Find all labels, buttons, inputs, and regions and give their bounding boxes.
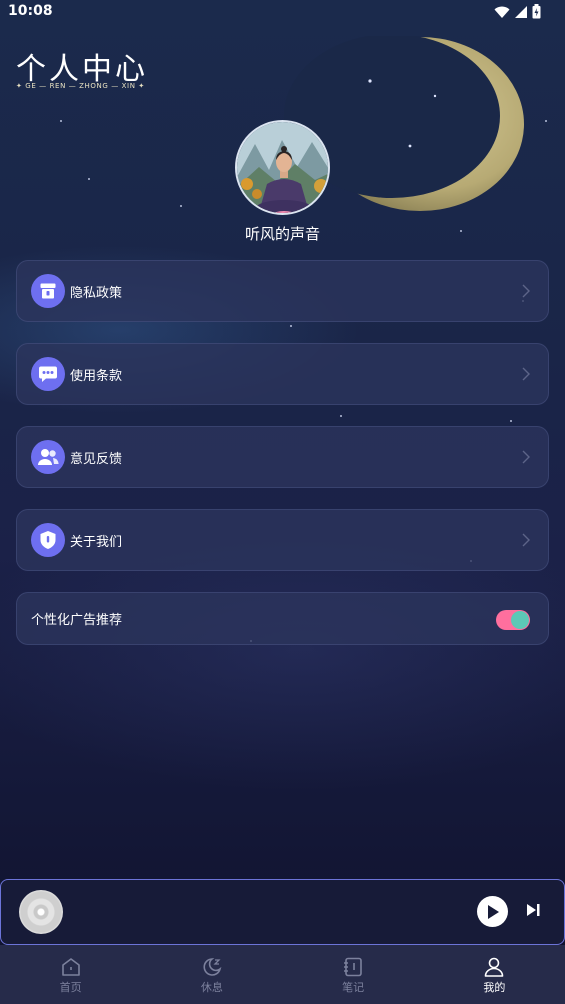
menu-item-feedback[interactable]: 意见反馈 [16, 426, 549, 488]
nav-item-notes[interactable]: 笔记 [283, 945, 424, 1004]
nav-item-home[interactable]: 首页 [0, 945, 141, 1004]
home-icon [61, 958, 80, 976]
users-icon [31, 440, 65, 474]
chevron-right-icon [522, 533, 530, 547]
wifi-icon [494, 6, 510, 18]
nav-label: 我的 [483, 981, 506, 994]
chevron-right-icon [522, 450, 530, 464]
personalized-ads-setting: 个性化广告推荐 [16, 592, 549, 645]
menu-item-about-us[interactable]: 关于我们 [16, 509, 549, 571]
moon-icon [203, 958, 222, 976]
menu-label: 使用条款 [70, 368, 123, 384]
play-button[interactable] [477, 896, 508, 927]
status-bar: 10:08 [0, 0, 565, 24]
battery-icon [532, 4, 541, 19]
nav-item-rest[interactable]: 休息 [141, 945, 282, 1004]
chevron-right-icon [522, 367, 530, 381]
username: 听风的声音 [244, 225, 320, 243]
personalized-ads-label: 个性化广告推荐 [31, 613, 123, 628]
chat-icon [31, 357, 65, 391]
nav-label: 首页 [59, 981, 82, 994]
avatar[interactable] [235, 120, 330, 215]
signal-icon [515, 5, 527, 18]
skip-next-icon [527, 904, 540, 916]
menu-item-privacy-policy[interactable]: 隐私政策 [16, 260, 549, 322]
user-icon [485, 957, 504, 977]
status-icons [494, 4, 541, 19]
personalized-ads-toggle[interactable] [496, 610, 530, 630]
album-disc[interactable] [19, 890, 63, 934]
notebook-icon [344, 957, 362, 977]
mini-player [0, 879, 565, 945]
menu-label: 意见反馈 [70, 451, 123, 467]
chevron-right-icon [522, 284, 530, 298]
nav-label: 笔记 [342, 981, 365, 994]
bottom-nav: 首页 休息 笔记 我的 [0, 945, 565, 1004]
toggle-knob [511, 611, 529, 629]
shield-icon [31, 523, 65, 557]
nav-item-mine[interactable]: 我的 [424, 945, 565, 1004]
menu-label: 关于我们 [70, 534, 123, 550]
play-icon [487, 904, 499, 919]
status-time: 10:08 [8, 3, 53, 19]
next-track-button[interactable] [525, 902, 541, 922]
privacy-icon [31, 274, 65, 308]
nav-label: 休息 [200, 981, 223, 994]
meditating-figure-avatar [237, 122, 328, 213]
page-subtitle: ✦ GE — REN — ZHONG — XIN ✦ [16, 82, 145, 90]
menu-item-terms-of-use[interactable]: 使用条款 [16, 343, 549, 405]
menu-label: 隐私政策 [70, 285, 123, 301]
